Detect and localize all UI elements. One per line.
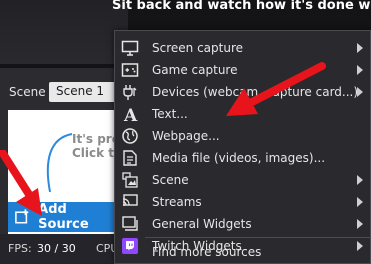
menu-item-webpage[interactable]: Webpage... [115, 125, 371, 147]
monitor-icon [121, 40, 139, 56]
scene-select[interactable]: Scene 1 [49, 82, 116, 102]
chevron-right-icon [357, 219, 363, 229]
plug-icon [123, 85, 137, 100]
chevron-right-icon [357, 175, 363, 185]
scene-label: Scene [9, 85, 46, 99]
fps-label: FPS: [8, 242, 32, 255]
widget-icon [122, 216, 138, 231]
menu-item-find-more-sources[interactable]: Find more sources [115, 241, 371, 263]
scene-row: Scene Scene 1 [0, 78, 118, 106]
chevron-right-icon [357, 197, 363, 207]
media-file-icon [123, 150, 137, 166]
streams-icon [122, 194, 138, 207]
red-arrow-icon [0, 150, 42, 216]
menu-item-media-file[interactable]: Media file (videos, images)... [115, 147, 371, 169]
fps-value: 30 / 30 [37, 242, 76, 255]
menu-item-scene[interactable]: Scene [115, 169, 371, 191]
text-icon: A [123, 106, 138, 123]
tutorial-caption: Sit back and watch how it's done with ou… [112, 0, 371, 13]
chevron-right-icon [357, 43, 363, 53]
menu-separator [145, 237, 370, 238]
preview-thumbnail [0, 0, 128, 64]
svg-text:A: A [123, 106, 138, 123]
menu-item-general-widgets[interactable]: General Widgets [115, 213, 371, 235]
status-bar: FPS: 30 / 30 CPU [0, 234, 118, 264]
red-arrow-icon [226, 62, 326, 116]
gamepad-icon [121, 63, 139, 77]
menu-item-screen-capture[interactable]: Screen capture [115, 37, 371, 59]
menu-item-streams[interactable]: Streams [115, 191, 371, 213]
globe-icon [122, 128, 138, 144]
scene-icon [122, 172, 138, 188]
